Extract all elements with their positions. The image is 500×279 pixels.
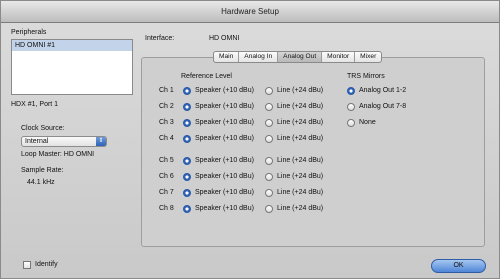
trs-option-2-radio[interactable] (347, 103, 355, 111)
clock-source-select[interactable]: Internal ⇕ (21, 136, 107, 147)
speaker-radio[interactable] (183, 205, 191, 213)
speaker-option-label: Speaker (+10 dBu) (195, 189, 254, 196)
line-option-label: Line (+24 dBu) (277, 157, 324, 164)
line-option-label: Line (+24 dBu) (277, 205, 324, 212)
tab-monitor[interactable]: Monitor (322, 52, 356, 62)
tab-main[interactable]: Main (214, 52, 240, 62)
channel-label: Ch 8 (159, 205, 174, 212)
channel-label: Ch 5 (159, 157, 174, 164)
clock-source-label: Clock Source: (21, 125, 65, 132)
peripheral-item[interactable]: HD OMNI #1 (12, 40, 132, 51)
trs-option-3-radio[interactable] (347, 119, 355, 127)
interface-label: Interface: (145, 35, 175, 42)
line-radio[interactable] (265, 135, 273, 143)
updown-arrow-icon: ⇕ (96, 137, 106, 146)
interface-value: HD OMNI (209, 35, 240, 42)
speaker-radio[interactable] (183, 103, 191, 111)
speaker-option-label: Speaker (+10 dBu) (195, 157, 254, 164)
line-radio[interactable] (265, 119, 273, 127)
sample-rate-label: Sample Rate: (21, 167, 64, 174)
loop-master-text: Loop Master: HD OMNI (21, 151, 95, 158)
speaker-option-label: Speaker (+10 dBu) (195, 173, 254, 180)
trs-option-3-label: None (359, 119, 376, 126)
line-radio[interactable] (265, 173, 273, 181)
speaker-option-label: Speaker (+10 dBu) (195, 205, 254, 212)
line-option-label: Line (+24 dBu) (277, 87, 324, 94)
speaker-option-label: Speaker (+10 dBu) (195, 135, 254, 142)
tab-bar: Main Analog In Analog Out Monitor Mixer (213, 51, 383, 63)
line-radio[interactable] (265, 157, 273, 165)
speaker-option-label: Speaker (+10 dBu) (195, 119, 254, 126)
trs-option-2-label: Analog Out 7-8 (359, 103, 407, 110)
sample-rate-value: 44.1 kHz (27, 179, 55, 186)
tab-analog-in[interactable]: Analog In (239, 52, 279, 62)
analog-out-panel (141, 57, 485, 247)
trs-option-1-label: Analog Out 1-2 (359, 87, 407, 94)
speaker-radio[interactable] (183, 135, 191, 143)
line-option-label: Line (+24 dBu) (277, 103, 324, 110)
speaker-radio[interactable] (183, 189, 191, 197)
channel-label: Ch 6 (159, 173, 174, 180)
channel-label: Ch 7 (159, 189, 174, 196)
identify-checkbox[interactable] (23, 261, 31, 269)
peripherals-list[interactable]: HD OMNI #1 (11, 39, 133, 95)
speaker-radio[interactable] (183, 87, 191, 95)
line-option-label: Line (+24 dBu) (277, 135, 324, 142)
hardware-setup-window: Hardware Setup Peripherals HD OMNI #1 HD… (0, 0, 500, 279)
channel-label: Ch 1 (159, 87, 174, 94)
peripherals-label: Peripherals (11, 29, 47, 36)
line-radio[interactable] (265, 103, 273, 111)
speaker-option-label: Speaker (+10 dBu) (195, 87, 254, 94)
speaker-radio[interactable] (183, 157, 191, 165)
ok-button[interactable]: OK (431, 259, 486, 273)
identify-label: Identify (35, 261, 58, 268)
line-option-label: Line (+24 dBu) (277, 119, 324, 126)
line-radio[interactable] (265, 205, 273, 213)
tab-analog-out[interactable]: Analog Out (278, 52, 323, 62)
reference-level-heading: Reference Level (181, 73, 232, 80)
line-option-label: Line (+24 dBu) (277, 173, 324, 180)
line-radio[interactable] (265, 189, 273, 197)
trs-mirrors-heading: TRS Mirrors (347, 73, 385, 80)
speaker-radio[interactable] (183, 119, 191, 127)
tab-mixer[interactable]: Mixer (355, 52, 381, 62)
channel-label: Ch 4 (159, 135, 174, 142)
channel-label: Ch 3 (159, 119, 174, 126)
trs-option-1-radio[interactable] (347, 87, 355, 95)
channel-label: Ch 2 (159, 103, 174, 110)
port-text: HDX #1, Port 1 (11, 101, 59, 108)
speaker-radio[interactable] (183, 173, 191, 181)
line-option-label: Line (+24 dBu) (277, 189, 324, 196)
line-radio[interactable] (265, 87, 273, 95)
window-title: Hardware Setup (1, 1, 499, 23)
speaker-option-label: Speaker (+10 dBu) (195, 103, 254, 110)
clock-source-value: Internal (25, 138, 49, 145)
